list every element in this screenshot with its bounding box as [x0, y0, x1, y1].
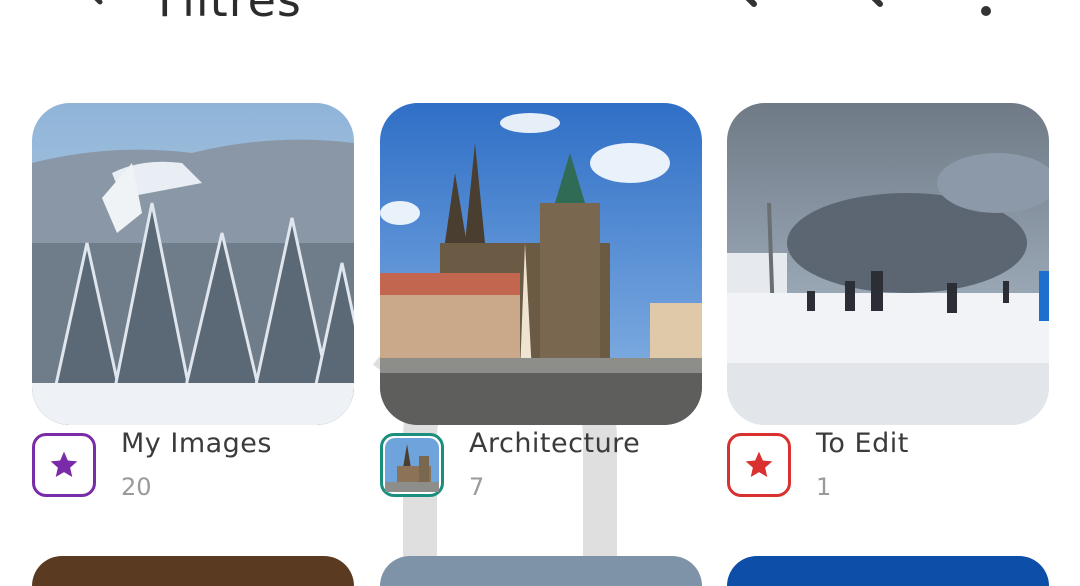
back-arrow-icon	[94, 0, 103, 5]
album-card-to-edit[interactable]: To Edit 1	[727, 103, 1049, 501]
star-icon	[745, 451, 773, 477]
back-button[interactable]	[66, 0, 110, 20]
album-name: My Images	[121, 428, 272, 459]
album-thumbnail[interactable]	[32, 103, 354, 425]
album-name: Architecture	[469, 428, 641, 459]
search-icon	[871, 0, 883, 7]
overflow-menu-button[interactable]	[968, 0, 1004, 20]
album-name: To Edit	[816, 428, 909, 459]
more-vert-icon	[981, 6, 991, 16]
top-app-bar: Filtres	[0, 0, 1080, 40]
album-cover-thumbnail	[385, 438, 439, 492]
search-button-2[interactable]	[832, 0, 888, 20]
album-count: 7	[469, 473, 485, 501]
album-type-badge	[727, 433, 791, 497]
album-count: 1	[816, 473, 832, 501]
album-count: 20	[121, 473, 152, 501]
album-card-partial[interactable]	[380, 556, 702, 586]
album-cover-badge	[380, 433, 444, 497]
album-card-partial[interactable]	[32, 556, 354, 586]
album-card-architecture[interactable]: Architecture 7	[380, 103, 702, 501]
search-button[interactable]	[706, 0, 762, 20]
search-icon	[745, 0, 757, 7]
page-title: Filtres	[158, 0, 302, 27]
album-type-badge	[32, 433, 96, 497]
album-card-partial[interactable]	[727, 556, 1049, 586]
album-thumbnail[interactable]	[727, 103, 1049, 425]
star-icon	[50, 451, 78, 477]
album-thumbnail[interactable]	[380, 103, 702, 425]
album-card-my-images[interactable]: My Images 20	[32, 103, 354, 501]
